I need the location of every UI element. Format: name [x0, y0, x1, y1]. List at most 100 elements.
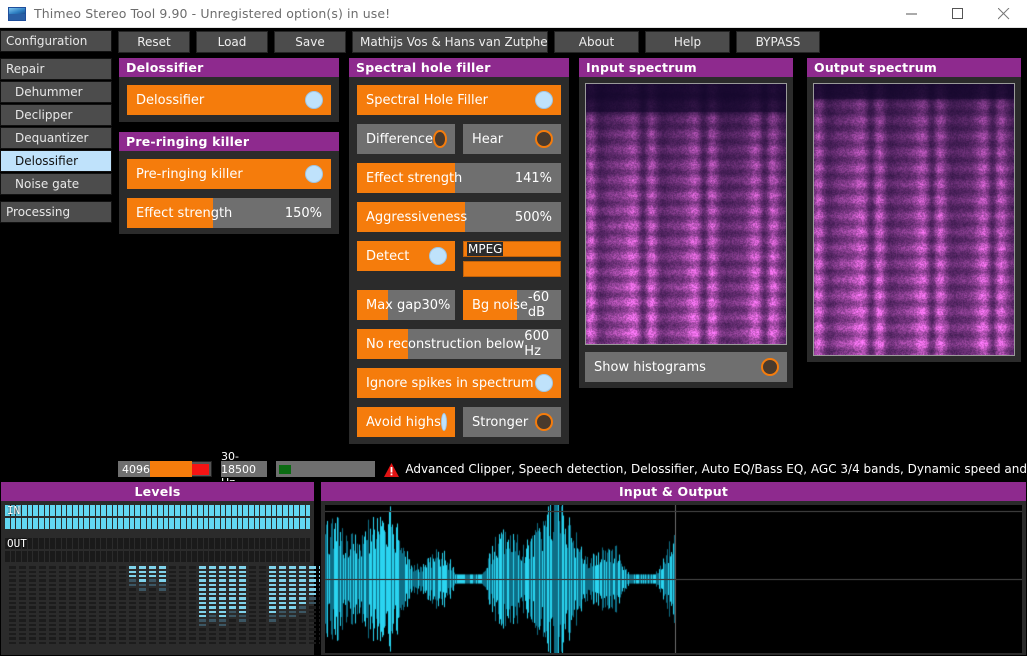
band-cell	[199, 592, 206, 596]
load-button[interactable]: Load	[196, 31, 268, 53]
meter-segment	[61, 538, 67, 549]
band-cell	[59, 597, 66, 600]
detect-toggle-knob[interactable]	[429, 247, 447, 265]
meter-segment	[305, 551, 311, 562]
band-cell	[99, 623, 106, 627]
preringing-toggle[interactable]: Pre-ringing killer	[127, 159, 331, 189]
help-button[interactable]: Help	[645, 31, 730, 53]
band-cell	[209, 566, 216, 569]
band-column	[19, 566, 26, 644]
avoid-highs-knob[interactable]	[440, 413, 447, 431]
meter-segment	[33, 505, 39, 516]
delossifier-toggle[interactable]: Delossifier	[127, 85, 331, 115]
stronger-toggle[interactable]: Stronger	[463, 407, 561, 437]
aggressiveness-label: Aggressiveness	[366, 209, 468, 225]
preringing-effect-strength-slider[interactable]: Effect strength 150%	[127, 198, 331, 228]
meter-segment	[44, 518, 50, 529]
aggressiveness-slider[interactable]: Aggressiveness 500%	[357, 202, 561, 232]
hear-toggle-knob[interactable]	[535, 130, 553, 148]
band-cell	[269, 632, 276, 636]
preringing-toggle-knob[interactable]	[305, 165, 323, 183]
show-histograms-toggle[interactable]: Show histograms	[585, 352, 787, 382]
codec-field-secondary[interactable]	[463, 261, 561, 277]
meter-segment	[175, 518, 180, 529]
ignore-spikes-toggle[interactable]: Ignore spikes in spectrum	[357, 368, 561, 398]
ignore-spikes-knob[interactable]	[535, 374, 553, 392]
buffer-size-slider[interactable]: 4096	[118, 461, 192, 477]
aggressiveness-value: 500%	[514, 209, 552, 225]
band-cell	[129, 601, 136, 605]
sidebar-item-repair[interactable]: Repair	[0, 58, 112, 80]
maximize-icon[interactable]	[935, 0, 981, 28]
band-cell	[49, 632, 56, 636]
minimize-icon[interactable]	[889, 0, 935, 28]
band-cell	[199, 566, 206, 569]
band-cell	[149, 632, 156, 636]
stronger-knob[interactable]	[535, 413, 553, 431]
band-cell	[99, 570, 106, 573]
band-cell	[79, 570, 86, 573]
meter-segment	[299, 518, 305, 529]
meter-segment	[248, 551, 254, 562]
codec-field[interactable]: MPEG	[463, 241, 561, 257]
close-icon[interactable]	[981, 0, 1027, 28]
band-cell	[49, 579, 56, 582]
track-title-field[interactable]: Mathijs Vos & Hans van Zutphen - Dub	[352, 31, 548, 53]
input-spectrogram[interactable]	[585, 83, 787, 345]
band-cell	[29, 592, 36, 596]
sidebar-item-dehummer[interactable]: Dehummer	[0, 81, 112, 103]
band-cell	[249, 570, 256, 573]
max-gap-slider[interactable]: Max gap 30%	[357, 290, 455, 320]
spectral-effect-strength-slider[interactable]: Effect strength 141%	[357, 163, 561, 193]
output-spectrogram[interactable]	[813, 83, 1015, 356]
band-cell	[289, 610, 296, 613]
waveform-display[interactable]	[325, 505, 1022, 653]
band-cell	[79, 579, 86, 582]
difference-toggle-knob[interactable]	[433, 130, 447, 148]
band-cell	[189, 641, 196, 644]
sidebar-item-processing[interactable]: Processing	[0, 201, 112, 223]
band-cell	[259, 570, 266, 573]
detect-toggle[interactable]: Detect	[357, 241, 455, 271]
band-cell	[189, 614, 196, 618]
sidebar-item-noise-gate[interactable]: Noise gate	[0, 173, 112, 195]
band-cell	[219, 583, 226, 587]
spectral-hole-filler-toggle-knob[interactable]	[535, 91, 553, 109]
band-cell	[79, 623, 86, 627]
bypass-button[interactable]: BYPASS	[736, 31, 820, 53]
band-cell	[29, 623, 36, 627]
reset-button[interactable]: Reset	[118, 31, 190, 53]
sidebar-item-delossifier[interactable]: Delossifier	[0, 150, 112, 172]
frequency-range-value[interactable]: 30-18500 Hz	[220, 450, 267, 489]
meter-segment	[305, 538, 311, 549]
difference-toggle[interactable]: Difference	[357, 124, 455, 154]
band-cell	[129, 614, 136, 618]
meter-segment	[129, 518, 135, 529]
band-cell	[279, 575, 286, 578]
about-button[interactable]: About	[554, 31, 639, 53]
meter-segment	[90, 538, 95, 549]
band-cell	[59, 583, 66, 587]
avoid-highs-toggle[interactable]: Avoid highs	[357, 407, 455, 437]
band-cell	[159, 628, 166, 631]
hear-toggle[interactable]: Hear	[463, 124, 561, 154]
save-button[interactable]: Save	[274, 31, 346, 53]
show-histograms-knob[interactable]	[761, 358, 779, 376]
band-cell	[99, 628, 106, 631]
sidebar-item-declipper[interactable]: Declipper	[0, 104, 112, 126]
band-cell	[169, 606, 176, 609]
no-reconstruction-below-slider[interactable]: No reconstruction below 600 Hz	[357, 329, 561, 359]
sidebar-item-configuration[interactable]: Configuration	[0, 30, 112, 52]
band-cell	[129, 575, 136, 578]
band-cell	[259, 619, 266, 622]
delossifier-toggle-knob[interactable]	[305, 91, 323, 109]
band-cell	[189, 632, 196, 636]
meter-segment	[288, 505, 294, 516]
meter-segment	[158, 538, 163, 549]
spectral-hole-filler-toggle[interactable]: Spectral Hole Filler	[357, 85, 561, 115]
band-cell	[139, 579, 146, 582]
band-cell	[39, 583, 46, 587]
bg-noise-slider[interactable]: Bg noise -60 dB	[463, 290, 561, 320]
band-cell	[239, 601, 246, 605]
sidebar-item-dequantizer[interactable]: Dequantizer	[0, 127, 112, 149]
